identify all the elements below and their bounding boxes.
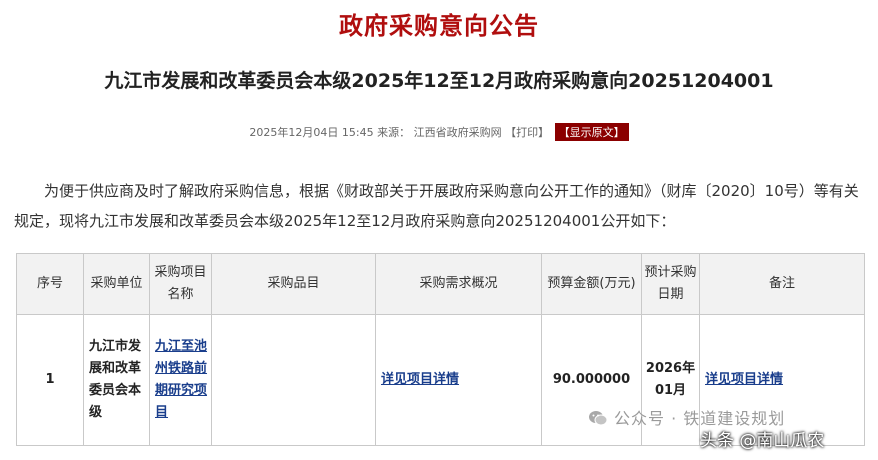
source-link[interactable]: 江西省政府采购网: [414, 126, 502, 139]
header-project-name: 采购项目名称: [149, 253, 212, 315]
page-title: 政府采购意向公告: [339, 12, 539, 40]
source-label: 来源：: [377, 126, 411, 139]
remark-detail-link[interactable]: 详见项目详情: [705, 372, 783, 387]
cell-category: [211, 314, 376, 446]
announcement-subtitle: 九江市发展和改革委员会本级2025年12至12月政府采购意向2025120400…: [104, 70, 774, 92]
intro-text: 为便于供应商及时了解政府采购信息，根据《财政部关于开展政府采购意向公开工作的通知…: [14, 182, 859, 230]
toutiao-watermark: 头条 @南山瓜农: [700, 431, 825, 451]
wechat-icon: [588, 410, 608, 426]
cell-demand[interactable]: 详见项目详情: [375, 314, 542, 446]
cell-project-name[interactable]: 九江至池州铁路前期研究项目: [149, 314, 212, 446]
meta-line: 2025年12月04日 15:45 来源： 江西省政府采购网 【打印】 【显示原…: [0, 123, 878, 141]
header-no: 序号: [16, 253, 84, 315]
header-category: 采购品目: [211, 253, 376, 315]
header-unit: 采购单位: [83, 253, 150, 315]
print-link[interactable]: 【打印】: [505, 126, 549, 139]
publish-datetime: 2025年12月04日 15:45: [249, 126, 374, 139]
demand-detail-link[interactable]: 详见项目详情: [381, 372, 459, 387]
intro-paragraph: 为便于供应商及时了解政府采购信息，根据《财政部关于开展政府采购意向公开工作的通知…: [14, 176, 864, 236]
header-demand: 采购需求概况: [375, 253, 542, 315]
project-name-link[interactable]: 九江至池州铁路前期研究项目: [155, 339, 207, 420]
cell-no: 1: [16, 314, 84, 446]
header-date: 预计采购日期: [641, 253, 700, 315]
header-budget: 预算金额(万元): [541, 253, 642, 315]
show-original-button[interactable]: 【显示原文】: [554, 123, 629, 141]
cell-unit: 九江市发展和改革委员会本级: [83, 314, 150, 446]
header-remark: 备注: [699, 253, 865, 315]
table-header-row: 序号 采购单位 采购项目名称 采购品目 采购需求概况 预算金额(万元) 预计采购…: [16, 253, 865, 315]
